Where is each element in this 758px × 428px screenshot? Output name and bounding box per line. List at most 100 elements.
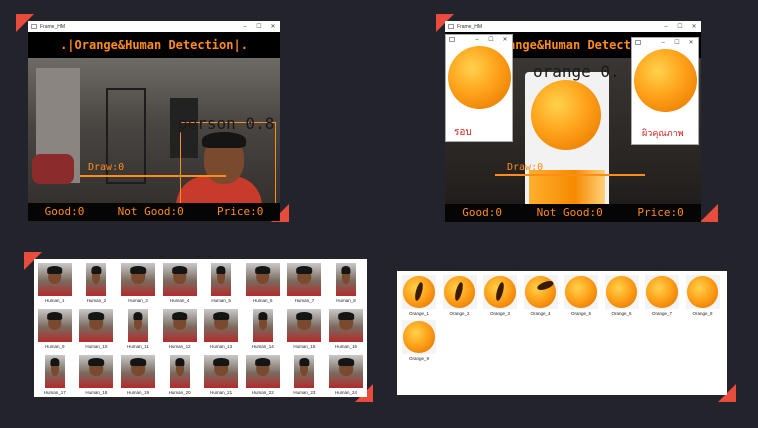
- maximize-button[interactable]: ☐: [252, 23, 266, 30]
- maximize-button[interactable]: ☐: [670, 39, 684, 46]
- hair-shape: [130, 358, 146, 366]
- gallery-item[interactable]: Human_20: [159, 355, 201, 395]
- gallery-item[interactable]: Human_12: [159, 309, 201, 349]
- thumbnail-caption: Orange_2: [449, 311, 470, 316]
- gallery-item[interactable]: Human_16: [325, 309, 367, 349]
- human-image-gallery: Human_1 Human_2 Human_3 Human_4 Human_5 Human…: [34, 259, 367, 397]
- app-icon: [449, 37, 455, 42]
- thumbnail-image: [335, 263, 356, 296]
- gallery-item[interactable]: Orange_2: [442, 275, 478, 316]
- orange-shape: [646, 276, 678, 308]
- hair-shape: [88, 312, 105, 320]
- gallery-item[interactable]: Human_8: [325, 263, 367, 303]
- thumbnail-image: [120, 355, 155, 388]
- gallery-item[interactable]: Human_18: [76, 355, 118, 395]
- app-icon: [635, 40, 641, 45]
- thumbnail-caption: Human_19: [126, 390, 149, 395]
- detection-label: person 0.8: [178, 114, 275, 133]
- hair-shape: [341, 266, 351, 274]
- thumbnail-image: [523, 275, 558, 309]
- thumbnail-image: [442, 275, 477, 309]
- gallery-item[interactable]: Human_7: [284, 263, 326, 303]
- gallery-item[interactable]: Orange_4: [523, 275, 559, 316]
- hair-shape: [338, 358, 354, 366]
- gallery-item[interactable]: Orange_1: [401, 275, 437, 316]
- close-button[interactable]: ✕: [498, 36, 512, 43]
- app-icon: [448, 24, 454, 29]
- thumbnail-image: [328, 309, 363, 342]
- thumbnail-caption: Human_9: [45, 344, 65, 349]
- counting-line: [80, 175, 226, 177]
- gallery-item[interactable]: Human_11: [117, 309, 159, 349]
- thumbnail-caption: Human_21: [210, 390, 233, 395]
- gallery-item[interactable]: Human_22: [242, 355, 284, 395]
- gallery-item[interactable]: Human_1: [34, 263, 76, 303]
- accent-corner-bottom-right: [700, 204, 718, 222]
- gallery-item[interactable]: Human_19: [117, 355, 159, 395]
- gallery-item[interactable]: Orange_6: [604, 275, 640, 316]
- gallery-item[interactable]: Orange_9: [401, 320, 437, 361]
- close-button[interactable]: ✕: [266, 23, 280, 30]
- gallery-item[interactable]: Human_23: [284, 355, 326, 395]
- thumbnail-caption: Orange_7: [651, 311, 672, 316]
- thumbnail-image: [162, 309, 197, 342]
- thumbnail-image: [44, 355, 65, 388]
- thumbnail-caption: Orange_4: [530, 311, 551, 316]
- gallery-item[interactable]: Orange_3: [482, 275, 518, 316]
- minimize-button[interactable]: –: [470, 37, 484, 43]
- gallery-item[interactable]: Human_9: [34, 309, 76, 349]
- thumbnail-image: [685, 275, 720, 309]
- hair-shape: [171, 266, 188, 274]
- gallery-item[interactable]: Human_10: [76, 309, 118, 349]
- gallery-item[interactable]: Human_13: [200, 309, 242, 349]
- good-count: Good:0: [44, 205, 85, 218]
- hair-shape: [88, 358, 105, 366]
- thumbnail-image: [245, 263, 280, 296]
- window-titlebar: Frame_HM – ☐ ✕: [445, 21, 701, 32]
- thumbnail-image: [162, 263, 197, 296]
- hair-shape: [296, 312, 313, 320]
- gallery-item[interactable]: Human_17: [34, 355, 76, 395]
- gallery-item[interactable]: Human_15: [284, 309, 326, 349]
- minimize-button[interactable]: –: [659, 24, 673, 30]
- gallery-item[interactable]: Human_5: [200, 263, 242, 303]
- thumbnail-image: [37, 309, 72, 342]
- close-button[interactable]: ✕: [687, 23, 701, 30]
- thumbnail-image: [245, 355, 280, 388]
- thumbnail-caption: Human_16: [334, 344, 357, 349]
- thumbnail-image: [37, 263, 72, 296]
- line-label: Draw:0: [507, 162, 544, 173]
- gallery-item[interactable]: Human_3: [117, 263, 159, 303]
- window-title: Frame_HM: [457, 23, 483, 30]
- gallery-item[interactable]: Orange_5: [563, 275, 599, 316]
- maximize-button[interactable]: ☐: [673, 23, 687, 30]
- minimize-button[interactable]: –: [238, 24, 252, 30]
- hair-shape: [338, 312, 354, 320]
- gallery-item[interactable]: Orange_8: [685, 275, 721, 316]
- thumbnail-caption: Human_24: [334, 390, 357, 395]
- hair-shape: [50, 358, 60, 366]
- chair: [32, 154, 74, 184]
- thumbnail-caption: Orange_1: [408, 311, 429, 316]
- minimize-button[interactable]: –: [656, 40, 670, 46]
- thumbnail-image: [204, 355, 239, 388]
- close-button[interactable]: ✕: [684, 39, 698, 46]
- app-icon: [31, 24, 37, 29]
- orange-shape: [605, 276, 638, 308]
- not-good-count: Not Good:0: [117, 205, 184, 218]
- gallery-item[interactable]: Human_24: [325, 355, 367, 395]
- window-titlebar: Frame_HM – ☐ ✕: [28, 21, 280, 32]
- gallery-item[interactable]: Human_2: [76, 263, 118, 303]
- gallery-item[interactable]: Orange_7: [644, 275, 680, 316]
- camera-feed: person 0.8 Draw:0 Good:0 Not Good:0 Pric…: [28, 58, 280, 221]
- gallery-item[interactable]: Human_21: [200, 355, 242, 395]
- orange-image-gallery: Orange_1 Orange_2 Orange_3 Orange_4 Orange_5…: [397, 271, 727, 395]
- gallery-item[interactable]: Human_4: [159, 263, 201, 303]
- gallery-item[interactable]: Human_14: [242, 309, 284, 349]
- thumbnail-caption: Human_17: [43, 390, 66, 395]
- maximize-button[interactable]: ☐: [484, 36, 498, 43]
- thumbnail-image: [204, 309, 239, 342]
- gallery-item[interactable]: Human_6: [242, 263, 284, 303]
- thumbnail-image: [169, 355, 190, 388]
- thumbnail-caption: Orange_6: [611, 311, 632, 316]
